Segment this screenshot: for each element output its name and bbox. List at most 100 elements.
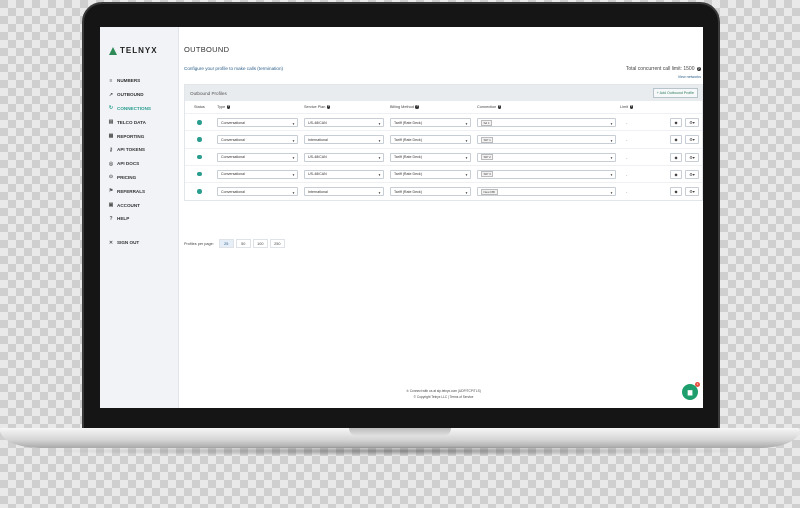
help-icon[interactable]: ? [497,105,502,109]
type-select[interactable]: Conversational ▼ [217,187,298,197]
laptop-shadow [40,446,760,456]
column-header[interactable]: Billing Method? [390,105,419,109]
service-plan-select[interactable]: International ▼ [304,187,384,197]
column-header[interactable]: Connection? [477,105,502,109]
chevron-down-icon: ▼ [378,156,381,161]
select-value: Conversational [221,137,245,142]
data-icon: ▤ [108,119,114,126]
connections-icon: ↻ [108,105,114,112]
gear-icon: ⚙▾ [689,189,695,195]
view-networks-link[interactable]: View networks [678,75,701,79]
connection-select[interactable]: Sd 1 ▼ [477,118,616,127]
chevron-down-icon: ▼ [465,156,468,161]
sidebar-item-connections[interactable]: ↻ CONNECTIONS [108,102,151,116]
service-plan-select[interactable]: US-48/CAN ▼ [304,152,384,162]
gear-icon: ⚙▾ [689,154,695,160]
limit-value: - [626,137,628,143]
tag-button[interactable]: ◆ [670,187,682,197]
settings-dropdown-button[interactable]: ⚙▾ [685,118,699,127]
chevron-down-icon: ▼ [465,121,468,126]
select-value: Conversational [221,120,245,125]
type-select[interactable]: Conversational ▼ [217,118,298,127]
chevron-down-icon: ▼ [292,190,295,195]
page-size-option[interactable]: 50 [235,239,251,248]
key-icon: ⚷ [109,146,113,153]
sidebar-item-api-docs[interactable]: ◎ API DOCS [108,157,151,171]
help-icon[interactable]: ? [629,105,634,109]
pager-label: Profiles per page: [184,241,214,246]
billing-method-select[interactable]: Tariff (Rate Deck) ▼ [390,135,471,145]
select-value: International [308,189,328,194]
gear-icon: ⚙▾ [689,171,695,177]
pagination: Profiles per page: 25 50 100 250 [184,239,285,248]
chat-badge: 1 [695,382,700,387]
service-plan-select[interactable]: US-48/CAN ▼ [304,169,384,179]
column-header[interactable]: Service Plan? [304,105,331,109]
settings-dropdown-button[interactable]: ⚙▾ [685,187,699,197]
docs-icon: ◎ [108,160,114,167]
sidebar-item-outbound[interactable]: ↗ OUTBOUND [108,88,151,102]
settings-dropdown-button[interactable]: ⚙▾ [685,135,699,145]
sidebar-item-telco-data[interactable]: ▤ TELCO DATA [108,115,151,129]
sidebar-item-api-tokens[interactable]: ⚷ API TOKENS [108,143,151,157]
add-outbound-profile-button[interactable]: + Add Outbound Profile [652,88,698,98]
sidebar-item-label: REFERRALS [117,188,146,194]
tag-icon: ◆ [674,137,678,143]
type-select[interactable]: Conversational ▼ [217,169,298,179]
account-icon: ▣ [108,202,114,209]
tag-button[interactable]: ◆ [670,118,682,127]
sidebar-item-help[interactable]: ? HELP [108,212,151,226]
help-icon[interactable]: ? [415,105,419,109]
sidebar-item-account[interactable]: ▣ ACCOUNT [108,198,151,212]
sidebar-item-referrals[interactable]: ⚑ REFERRALS [108,184,151,198]
sidebar-item-sign-out[interactable]: ✕ SIGN OUT [108,236,151,250]
connection-select[interactable]: SIP 1 ▼ [477,135,616,145]
chevron-down-icon: ▼ [465,173,468,178]
connection-select[interactable]: SIP 3 ▼ [477,169,616,179]
tag-button[interactable]: ◆ [670,169,682,179]
billing-method-select[interactable]: Tariff (Rate Deck) ▼ [390,187,471,197]
service-plan-select[interactable]: International ▼ [304,135,384,145]
settings-dropdown-button[interactable]: ⚙▾ [685,169,699,179]
sidebar-item-numbers[interactable]: ≡ NUMBERS [108,74,151,88]
chevron-down-icon: ▼ [610,190,613,195]
type-select[interactable]: Conversational ▼ [217,152,298,162]
sidebar-item-label: TELCO DATA [117,119,146,125]
column-label: Status [194,105,205,109]
page-size-option[interactable]: 100 [252,239,268,248]
sidebar-item-label: OUTBOUND [117,92,144,98]
chevron-down-icon: ▼ [292,173,295,178]
connection-select[interactable]: New FBI ▼ [477,187,616,197]
help-icon[interactable]: ? [226,105,231,109]
table-row: Conversational ▼ US-48/CAN ▼ Tariff (Rate … [185,147,702,165]
logo[interactable]: TELNYX [109,46,158,55]
column-label: Type [217,105,226,109]
billing-method-select[interactable]: Tariff (Rate Deck) ▼ [390,169,471,179]
column-header[interactable]: Type? [217,105,231,109]
settings-dropdown-button[interactable]: ⚙▾ [685,152,699,162]
column-header[interactable]: Limit? [620,105,634,109]
billing-method-select[interactable]: Tariff (Rate Deck) ▼ [390,118,471,127]
help-icon[interactable]: ? [696,66,701,72]
connection-select[interactable]: SIP 2 ▼ [477,152,616,162]
type-select[interactable]: Conversational ▼ [217,135,298,145]
service-plan-select[interactable]: US-48/CAN ▼ [304,118,384,127]
select-value: Conversational [221,155,245,160]
page-size-option[interactable]: 250 [269,239,285,248]
logo-text: TELNYX [120,46,158,55]
footer-copyright: © Copyright Telnyx LLC | Terms of Servic… [413,395,474,399]
column-label: Connection [477,105,497,109]
sidebar-item-reporting[interactable]: ▦ REPORTING [108,129,151,143]
help-icon[interactable]: ? [326,105,331,109]
tag-button[interactable]: ◆ [670,135,682,145]
status-indicator [197,120,202,125]
select-value: Tariff (Rate Deck) [394,172,422,177]
sidebar-item-pricing[interactable]: ⊙ PRICING [108,171,151,185]
column-label: Billing Method [390,105,414,109]
panel-title: Outbound Profiles [190,90,227,96]
tag-icon: ◆ [674,171,678,177]
tag-button[interactable]: ◆ [670,152,682,162]
call-limit: Total concurrent call limit: 1500 ? [626,66,701,72]
page-size-option[interactable]: 25 [218,239,234,248]
billing-method-select[interactable]: Tariff (Rate Deck) ▼ [390,152,471,162]
